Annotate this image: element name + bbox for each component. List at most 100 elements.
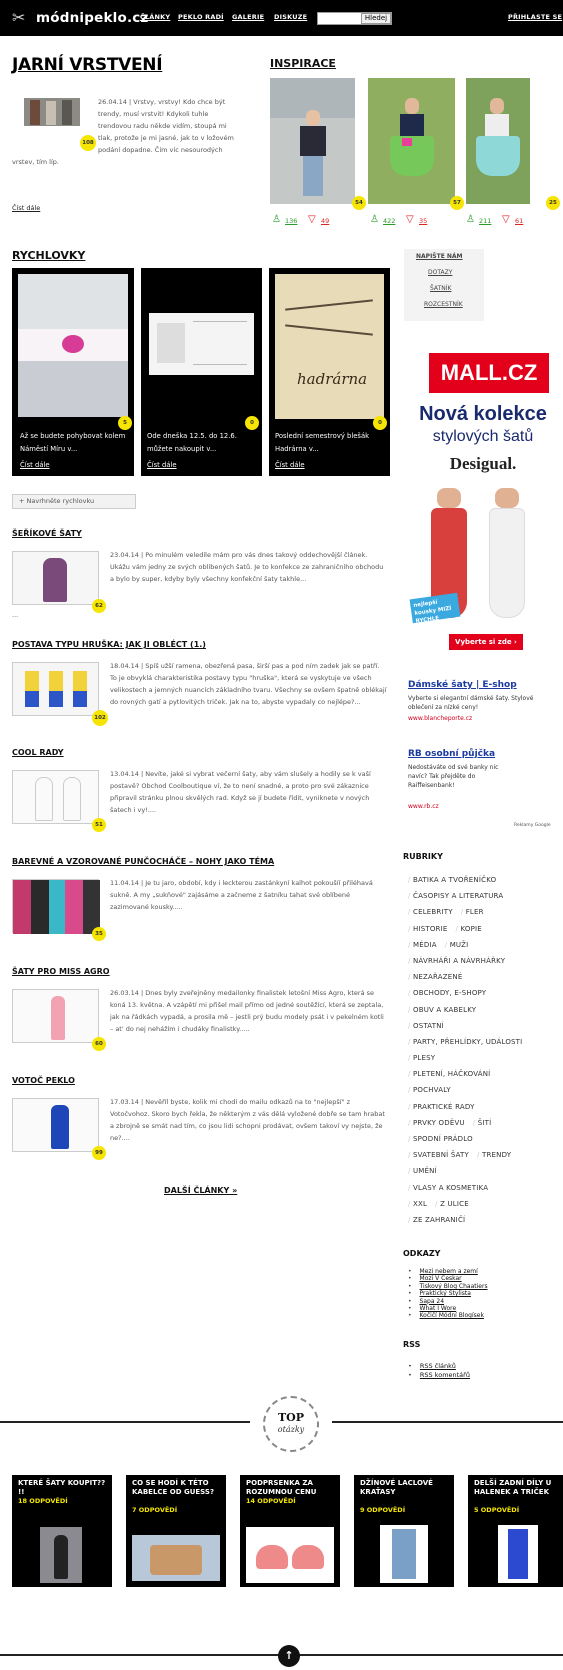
- nav-clanky[interactable]: ČLÁNKY: [140, 13, 170, 21]
- ad2-url[interactable]: www.rb.cz: [408, 803, 439, 810]
- login-link[interactable]: PŘIHLASTE SE: [508, 13, 562, 21]
- rychlovka-read-1[interactable]: Číst dále: [20, 459, 50, 472]
- inspirace-dislikes-1[interactable]: 49: [321, 217, 329, 225]
- rubrika-link[interactable]: OSTATNÍ: [413, 1022, 444, 1030]
- featured-read-more[interactable]: Číst dále: [12, 202, 40, 214]
- ad1-url[interactable]: www.blancheporte.cz: [408, 715, 472, 722]
- rubrika-link[interactable]: PLETENÍ, HÁČKOVÁNÍ: [413, 1070, 490, 1078]
- scroll-top-arrow-icon[interactable]: ↑: [278, 1645, 300, 1667]
- odkaz-link[interactable]: Mozi V Ceskar: [420, 1275, 462, 1282]
- inspirace-likes-2[interactable]: 422: [383, 217, 395, 225]
- dislike-icon[interactable]: ▽: [502, 214, 510, 225]
- rubrika-link[interactable]: XXL: [413, 1200, 427, 1208]
- inspirace-photo-3[interactable]: [466, 78, 530, 204]
- top-question-title[interactable]: DELŠÍ ZADNÍ DÍLY U HALENEK A TRIČEK: [474, 1479, 560, 1497]
- top-question-card[interactable]: DELŠÍ ZADNÍ DÍLY U HALENEK A TRIČEK 5 OD…: [468, 1475, 563, 1587]
- rubrika-link[interactable]: ZE ZAHRANIČÍ: [413, 1216, 465, 1224]
- ad2-title-link[interactable]: RB osobní půjčka: [408, 749, 495, 759]
- rubrika-link[interactable]: MÉDIA: [413, 941, 437, 949]
- site-logo[interactable]: módnipeklo.cz: [36, 10, 149, 26]
- rubrika-link[interactable]: HISTORIE: [413, 925, 448, 933]
- article-title[interactable]: COOL RADY: [12, 748, 64, 757]
- nav-diskuze[interactable]: DISKUZE: [274, 13, 307, 21]
- top-question-card[interactable]: PODPRSENKA ZA ROZUMNOU CENU 14 ODPOVĚDÍ: [240, 1475, 340, 1587]
- write-us-link[interactable]: NAPIŠTE NÁM: [416, 253, 463, 260]
- rubrika-link[interactable]: POCHVALY: [413, 1086, 451, 1094]
- odkaz-link[interactable]: Kočičí Módní Blogísek: [420, 1312, 484, 1319]
- rubrika-link[interactable]: NEZAŘAZENÉ: [413, 973, 463, 981]
- odkaz-link[interactable]: Mezi nebem a zemí: [420, 1268, 478, 1275]
- inspirace-dislikes-2[interactable]: 35: [419, 217, 427, 225]
- inspirace-likes-3[interactable]: 211: [479, 217, 491, 225]
- top-question-title[interactable]: KTERÉ ŠATY KOUPIT?? !!: [18, 1479, 106, 1497]
- article-title[interactable]: POSTAVA TYPU HRUŠKA: JAK JI OBLÉCT (1.): [12, 640, 206, 649]
- rychlovka-card-1[interactable]: 5 Až se budete pohybovat kolem Náměstí M…: [12, 268, 134, 476]
- logo-hanger-icon[interactable]: ✂: [12, 9, 34, 27]
- rubrika-link[interactable]: CELEBRITY: [413, 908, 453, 916]
- inspirace-likes-1[interactable]: 136: [285, 217, 297, 225]
- nav-galerie[interactable]: GALERIE: [232, 13, 264, 21]
- rubrika-link[interactable]: PRVKY ODĚVU: [413, 1119, 465, 1127]
- article-thumbnail[interactable]: [12, 1098, 99, 1152]
- top-question-card[interactable]: CO SE HODÍ K TÉTO KABELCE OD GUESS? 7 OD…: [126, 1475, 226, 1587]
- like-icon[interactable]: ♙: [272, 214, 281, 225]
- rychlovka-read-3[interactable]: Číst dále: [275, 459, 305, 472]
- rubrika-link[interactable]: SPODNÍ PRÁDLO: [413, 1135, 473, 1143]
- article-title[interactable]: ŠATY PRO MISS AGRO: [12, 967, 110, 976]
- mall-ad-banner[interactable]: MALL.CZ Nová kolekce stylových šatů Desi…: [403, 338, 563, 668]
- ad-choice-label[interactable]: Reklamy Google: [514, 823, 551, 828]
- inspirace-photo-1[interactable]: [270, 78, 355, 204]
- suggest-rychlovka-button[interactable]: + Navrhněte rychlovku: [12, 494, 136, 509]
- rubrika-link[interactable]: FLER: [466, 908, 484, 916]
- rubrika-link[interactable]: BATIKA A TVOŘENÍČKO: [413, 876, 496, 884]
- top-questions-badge[interactable]: TOP otázky: [263, 1396, 319, 1452]
- ad-cta-button[interactable]: Vyberte si zde ›: [449, 634, 523, 650]
- rychlovka-caption-1[interactable]: Až se budete pohybovat kolem Náměstí Mír…: [20, 430, 130, 456]
- inspirace-dislikes-3[interactable]: 61: [515, 217, 523, 225]
- rubrika-link[interactable]: PLESY: [413, 1054, 435, 1062]
- rubrika-link[interactable]: OBUV A KABELKY: [413, 1006, 476, 1014]
- article-thumbnail[interactable]: [12, 770, 99, 824]
- article-title[interactable]: BAREVNÉ A VZOROVANÉ PUNČOCHÁČE – NOHY JA…: [12, 857, 274, 866]
- rubrika-link[interactable]: ŠITÍ: [478, 1119, 492, 1127]
- article-thumbnail[interactable]: [12, 551, 99, 605]
- top-question-title[interactable]: PODPRSENKA ZA ROZUMNOU CENU: [246, 1479, 334, 1497]
- featured-title[interactable]: JARNÍ VRSTVENÍ: [12, 55, 163, 75]
- questions-link[interactable]: DOTAZY: [428, 269, 452, 276]
- wardrobe-link[interactable]: ŠATNÍK: [430, 285, 451, 292]
- rubrika-link[interactable]: Z ULICE: [440, 1200, 469, 1208]
- rubrika-link[interactable]: ČASOPISY A LITERATURA: [413, 892, 503, 900]
- rozcestnik-link[interactable]: ROZCESTNÍK: [424, 301, 463, 308]
- search-button[interactable]: Hledej: [361, 13, 391, 24]
- article-title[interactable]: ŠEŘÍKOVÉ ŠATY: [12, 529, 82, 538]
- odkaz-link[interactable]: Tiskový Blog Chaatiers: [420, 1283, 488, 1290]
- top-question-title[interactable]: CO SE HODÍ K TÉTO KABELCE OD GUESS?: [132, 1479, 220, 1497]
- dislike-icon[interactable]: ▽: [308, 214, 316, 225]
- top-question-title[interactable]: DŽÍNOVÉ LACLOVÉ KRAŤASY: [360, 1479, 448, 1497]
- rubrika-link[interactable]: PRAKTICKÉ RADY: [413, 1103, 475, 1111]
- rychlovka-read-2[interactable]: Číst dále: [147, 459, 177, 472]
- rss-link[interactable]: RSS komentářů: [420, 1371, 470, 1379]
- like-icon[interactable]: ♙: [370, 214, 379, 225]
- like-icon[interactable]: ♙: [466, 214, 475, 225]
- article-thumbnail[interactable]: [12, 879, 100, 934]
- odkaz-link[interactable]: Sapa 24: [420, 1298, 445, 1305]
- rubrika-link[interactable]: TRENDY: [482, 1151, 511, 1159]
- rychlovka-caption-3[interactable]: Poslední semestrový blešák Hadrárna v...: [275, 430, 385, 456]
- rychlovka-caption-2[interactable]: Ode dneška 12.5. do 12.6. můžete nakoupi…: [147, 430, 257, 456]
- more-articles-link[interactable]: DALŠÍ ČLÁNKY »: [164, 1186, 237, 1195]
- rubrika-link[interactable]: SVATEBNÍ ŠATY: [413, 1151, 469, 1159]
- rubrika-link[interactable]: VLASY A KOSMETIKA: [413, 1184, 488, 1192]
- rss-link[interactable]: RSS článků: [420, 1362, 456, 1370]
- rychlovka-card-3[interactable]: hadrárna 0 Poslední semestrový blešák Ha…: [269, 268, 390, 476]
- rubrika-link[interactable]: UMĚNÍ: [413, 1167, 437, 1175]
- odkaz-link[interactable]: Praktický Stylista: [420, 1290, 471, 1297]
- inspirace-photo-2[interactable]: [368, 78, 455, 204]
- top-question-card[interactable]: KTERÉ ŠATY KOUPIT?? !! 18 ODPOVĚDÍ: [12, 1475, 112, 1587]
- rubrika-link[interactable]: KOPIE: [460, 925, 481, 933]
- article-title[interactable]: VOTOČ PEKLO: [12, 1076, 75, 1085]
- rychlovky-title[interactable]: RYCHLOVKY: [12, 249, 85, 262]
- odkaz-link[interactable]: What I Wore: [420, 1305, 457, 1312]
- rychlovka-card-2[interactable]: 0 Ode dneška 12.5. do 12.6. můžete nakou…: [141, 268, 262, 476]
- rubrika-link[interactable]: PARTY, PŘEHLÍDKY, UDÁLOSTI: [413, 1038, 522, 1046]
